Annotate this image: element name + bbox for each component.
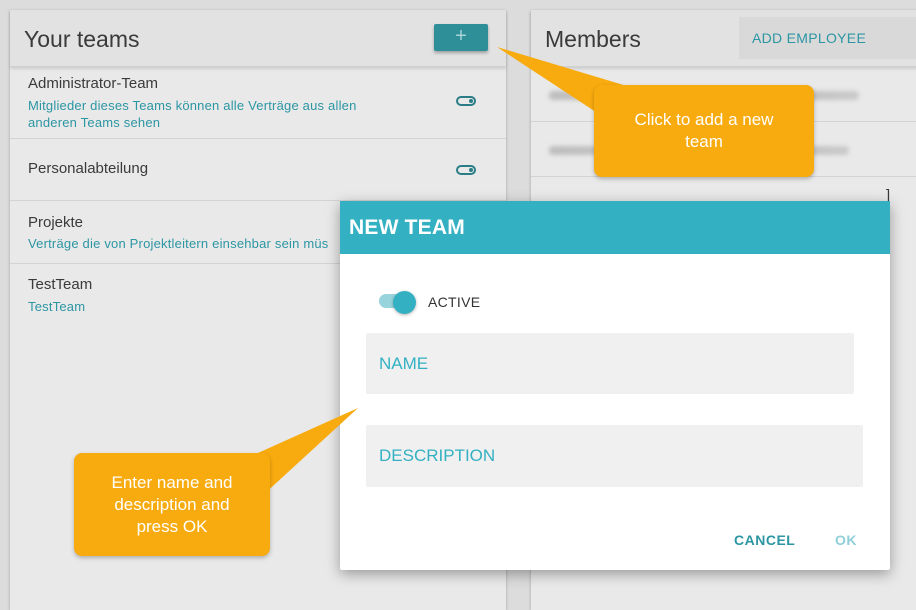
callout-enter-name-text: Enter name and description and press OK xyxy=(111,472,233,536)
new-team-dialog: NEW TEAM ACTIVE NAME DESCRIPTION CANCEL … xyxy=(340,201,890,570)
callout-add-team: Click to add a new team xyxy=(594,85,814,177)
description-field[interactable]: DESCRIPTION xyxy=(366,425,863,487)
dialog-title: NEW TEAM xyxy=(340,201,890,254)
callout-enter-name: Enter name and description and press OK xyxy=(74,453,270,556)
cancel-button[interactable]: CANCEL xyxy=(734,532,795,548)
name-field[interactable]: NAME xyxy=(366,333,854,394)
ok-button[interactable]: OK xyxy=(835,532,857,548)
callout-add-team-text: Click to add a new team xyxy=(634,110,774,151)
active-switch[interactable] xyxy=(393,291,416,314)
active-label: ACTIVE xyxy=(428,294,481,310)
